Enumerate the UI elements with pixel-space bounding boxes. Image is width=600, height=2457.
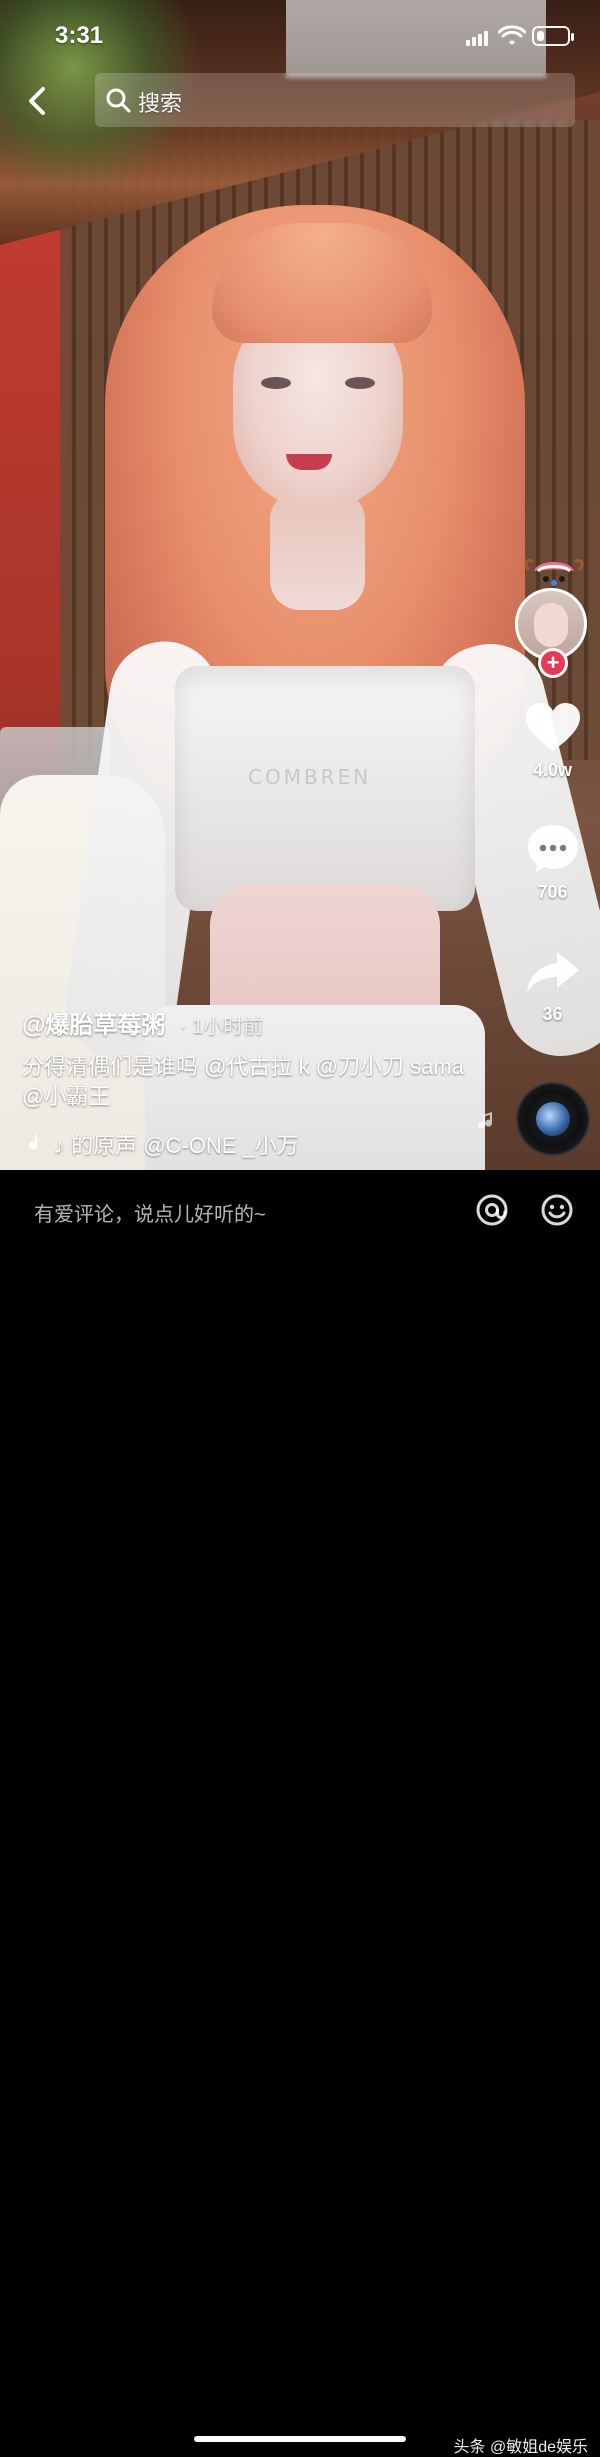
like-button[interactable]: 4.0w bbox=[505, 698, 600, 781]
watermark-text: 头条 @敏姐de娱乐 bbox=[453, 2439, 589, 2456]
avatar-image bbox=[534, 603, 568, 647]
status-time: 3:31 bbox=[55, 22, 104, 49]
battery-icon bbox=[532, 26, 574, 46]
post-metadata: @爆胎草莓粥 · 1小时前 分得清偶们是谁吗 @代古拉 k @刀小刀 sama … bbox=[22, 1005, 492, 1160]
music-disc[interactable] bbox=[516, 1082, 590, 1156]
wifi-icon bbox=[498, 25, 526, 45]
music-row[interactable]: ♪ 的原声 @C-ONE _小万 bbox=[22, 1128, 492, 1160]
shirt-print-text: COMBREN bbox=[248, 765, 372, 789]
comment-count: 706 bbox=[537, 882, 568, 902]
share-button[interactable]: 36 bbox=[505, 942, 600, 1025]
at-icon[interactable] bbox=[472, 1190, 512, 1230]
heart-icon bbox=[522, 698, 584, 756]
comment-bar[interactable]: 有爱评论，说点儿好听的~ 头条 @敏姐de娱乐 bbox=[0, 1170, 600, 2456]
status-bar: 3:31 bbox=[0, 0, 600, 70]
music-note-icon bbox=[478, 1112, 493, 1129]
follow-button[interactable]: + bbox=[538, 648, 568, 678]
back-button[interactable] bbox=[20, 85, 52, 117]
search-placeholder: 搜索 bbox=[138, 91, 183, 116]
cellular-signal-icon bbox=[466, 28, 492, 46]
comment-button[interactable]: 706 bbox=[505, 820, 600, 903]
post-caption[interactable]: 分得清偶们是谁吗 @代古拉 k @刀小刀 sama @小霸王 bbox=[22, 1052, 492, 1112]
like-count: 4.0w bbox=[532, 760, 573, 780]
post-time-ago: · 1小时前 bbox=[179, 1016, 264, 1038]
person-eye-left bbox=[261, 377, 291, 389]
music-note-icon bbox=[22, 1133, 44, 1155]
music-title: ♪ 的原声 @C-ONE _小万 bbox=[54, 1133, 299, 1158]
share-icon bbox=[522, 942, 584, 1000]
author-handle[interactable]: @爆胎草莓粥 bbox=[22, 1005, 165, 1040]
comment-icon bbox=[522, 820, 584, 878]
search-icon bbox=[106, 88, 131, 113]
share-count: 36 bbox=[542, 1004, 563, 1024]
home-indicator bbox=[194, 2436, 406, 2442]
back-icon bbox=[29, 87, 45, 115]
action-rail: + 4.0w 706 36 bbox=[505, 559, 600, 1130]
battery-level bbox=[537, 31, 544, 41]
comment-input-placeholder[interactable]: 有爱评论，说点儿好听的~ bbox=[34, 1198, 266, 1227]
emoji-icon[interactable] bbox=[537, 1190, 577, 1230]
person-eye-right bbox=[345, 377, 375, 389]
music-disc-cover bbox=[536, 1102, 570, 1136]
